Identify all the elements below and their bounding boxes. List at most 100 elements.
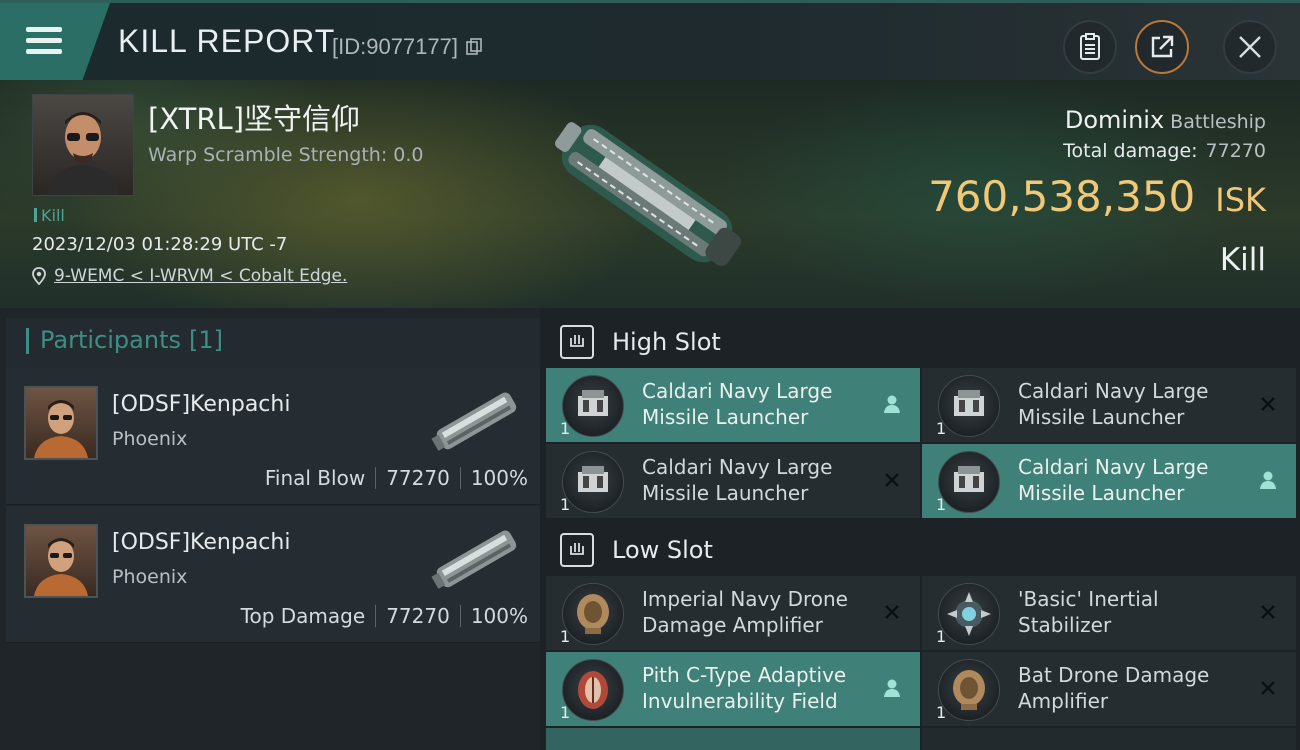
- share-icon: [1151, 35, 1174, 58]
- low-slot-header: Low Slot: [540, 520, 1300, 580]
- ship-name: Dominix Battleship: [1065, 106, 1266, 134]
- person-icon: [884, 395, 900, 413]
- participant-ship-image: [431, 392, 517, 451]
- isk-unit: ISK: [1215, 181, 1266, 219]
- participant-card[interactable]: [ODSF]Kenpachi Phoenix Final Blow 77270 …: [6, 368, 540, 505]
- missile-launcher-icon: [562, 451, 624, 513]
- ship-type: Dominix: [1064, 106, 1165, 134]
- participant-card[interactable]: [ODSF]Kenpachi Phoenix Top Damage 77270 …: [6, 506, 540, 643]
- copy-icon[interactable]: [466, 38, 482, 56]
- module-quantity: 1: [560, 419, 571, 438]
- module-item[interactable]: 1 Caldari Navy Large Missile Launcher: [922, 368, 1296, 442]
- participant-stats: Final Blow 77270 100%: [265, 466, 528, 490]
- module-item[interactable]: 1 Bat Drone Damage Amplifier: [922, 652, 1296, 726]
- participant-stats: Top Damage 77270 100%: [241, 604, 528, 628]
- close-icon: [1239, 36, 1261, 58]
- missile-launcher-icon: [562, 375, 624, 437]
- person-icon: [884, 679, 900, 697]
- low-slot-icon: [560, 533, 594, 567]
- report-id-text: [ID:9077177]: [332, 34, 458, 59]
- victim-ship-image: [554, 122, 742, 266]
- module-quantity: 1: [560, 703, 571, 722]
- module-name: Caldari Navy Large Missile Launcher: [1018, 379, 1209, 429]
- kill-result: Kill: [1219, 242, 1266, 278]
- destroyed-indicator: [1254, 674, 1282, 702]
- destroyed-indicator: [1254, 390, 1282, 418]
- participant-ship-image: [431, 530, 517, 589]
- destroyed-indicator: [878, 466, 906, 494]
- fitting-panel: High Slot 1 Caldari Navy Large Missile L…: [540, 308, 1300, 750]
- invulnerability-field-icon: [562, 659, 624, 721]
- total-damage: Total damage: 77270: [1063, 140, 1266, 162]
- participant-damage: 77270: [386, 604, 450, 628]
- missile-launcher-icon: [938, 451, 1000, 513]
- participant-ship: Phoenix: [112, 428, 188, 450]
- dropped-indicator: [1254, 466, 1282, 494]
- module-item[interactable]: 1 Caldari Navy Large Missile Launcher: [546, 368, 920, 442]
- total-damage-value: 77270: [1205, 140, 1266, 162]
- ship-class: Battleship: [1170, 111, 1266, 133]
- total-damage-label: Total damage:: [1063, 140, 1198, 162]
- participant-name: [ODSF]Kenpachi: [112, 392, 291, 417]
- missile-launcher-icon: [938, 375, 1000, 437]
- participant-percent: 100%: [470, 466, 528, 490]
- close-button[interactable]: [1223, 20, 1277, 74]
- module-name: Caldari Navy Large Missile Launcher: [1018, 455, 1209, 505]
- module-item[interactable]: 1 Caldari Navy Large Missile Launcher: [922, 444, 1296, 518]
- participant-avatar[interactable]: [24, 386, 98, 460]
- clipboard-icon: [1080, 33, 1100, 60]
- share-button[interactable]: [1135, 20, 1189, 74]
- low-slot-title: Low Slot: [612, 536, 713, 564]
- module-name: Caldari Navy Large Missile Launcher: [642, 455, 833, 505]
- module-item[interactable]: 1 Imperial Navy Drone Damage Amplifier: [546, 576, 920, 650]
- participant-ship: Phoenix: [112, 566, 188, 588]
- warp-scramble-strength: Warp Scramble Strength: 0.0: [148, 144, 424, 166]
- participants-header[interactable]: Participants [1]: [6, 318, 540, 372]
- dropped-indicator: [878, 674, 906, 702]
- victim-name: [XTRL]坚守信仰: [148, 102, 361, 136]
- high-slot-icon: [560, 325, 594, 359]
- x-icon: [885, 605, 899, 619]
- module-item[interactable]: 1 'Basic' Inertial Stabilizer: [922, 576, 1296, 650]
- clipboard-button[interactable]: [1063, 20, 1117, 74]
- report-id: [ID:9077177]: [332, 34, 482, 60]
- x-icon: [1261, 681, 1275, 695]
- kill-datetime: 2023/12/03 01:28:29 UTC -7: [32, 234, 288, 255]
- x-icon: [1261, 605, 1275, 619]
- kill-summary-banner: [XTRL]坚守信仰 Warp Scramble Strength: 0.0 K…: [0, 80, 1300, 308]
- participant-avatar[interactable]: [24, 524, 98, 598]
- x-icon: [1261, 397, 1275, 411]
- isk-amount: 760,538,350: [928, 172, 1196, 221]
- inertial-stabilizer-icon: [938, 583, 1000, 645]
- victim-avatar[interactable]: [32, 94, 134, 196]
- module-item[interactable]: 1 Pith C-Type Adaptive Invulnerability F…: [546, 652, 920, 726]
- location-link[interactable]: 9-WEMC < I-WRVM < Cobalt Edge.: [32, 266, 347, 286]
- high-slot-header: High Slot: [540, 312, 1300, 372]
- module-name: Caldari Navy Large Missile Launcher: [642, 379, 833, 429]
- top-bar: KILL REPORT [ID:9077177]: [0, 0, 1300, 80]
- module-item-partial[interactable]: [546, 728, 920, 750]
- destroyed-indicator: [878, 598, 906, 626]
- participant-role: Final Blow: [264, 466, 366, 490]
- participants-count: [1]: [188, 326, 223, 354]
- participant-damage: 77270: [386, 466, 450, 490]
- participant-percent: 100%: [470, 604, 528, 628]
- module-name: Imperial Navy Drone Damage Amplifier: [642, 587, 848, 637]
- participants-panel: Participants [1] [ODSF]Kenpachi Phoenix F…: [0, 308, 540, 750]
- participant-role: Top Damage: [240, 604, 366, 628]
- module-item[interactable]: 1 Caldari Navy Large Missile Launcher: [546, 444, 920, 518]
- dropped-indicator: [878, 390, 906, 418]
- module-quantity: 1: [560, 495, 571, 514]
- module-quantity: 1: [936, 495, 947, 514]
- person-icon: [1260, 471, 1276, 489]
- location-pin-icon: [32, 267, 46, 285]
- kill-tag: Kill: [34, 206, 65, 225]
- menu-button[interactable]: [0, 3, 110, 80]
- module-name: Pith C-Type Adaptive Invulnerability Fie…: [642, 663, 847, 713]
- module-quantity: 1: [936, 419, 947, 438]
- drone-damage-amplifier-icon: [938, 659, 1000, 721]
- isk-value: 760,538,350 ISK: [928, 172, 1266, 221]
- destroyed-indicator: [1254, 598, 1282, 626]
- module-item-partial[interactable]: [922, 728, 1296, 750]
- location-text: 9-WEMC < I-WRVM < Cobalt Edge.: [54, 266, 348, 286]
